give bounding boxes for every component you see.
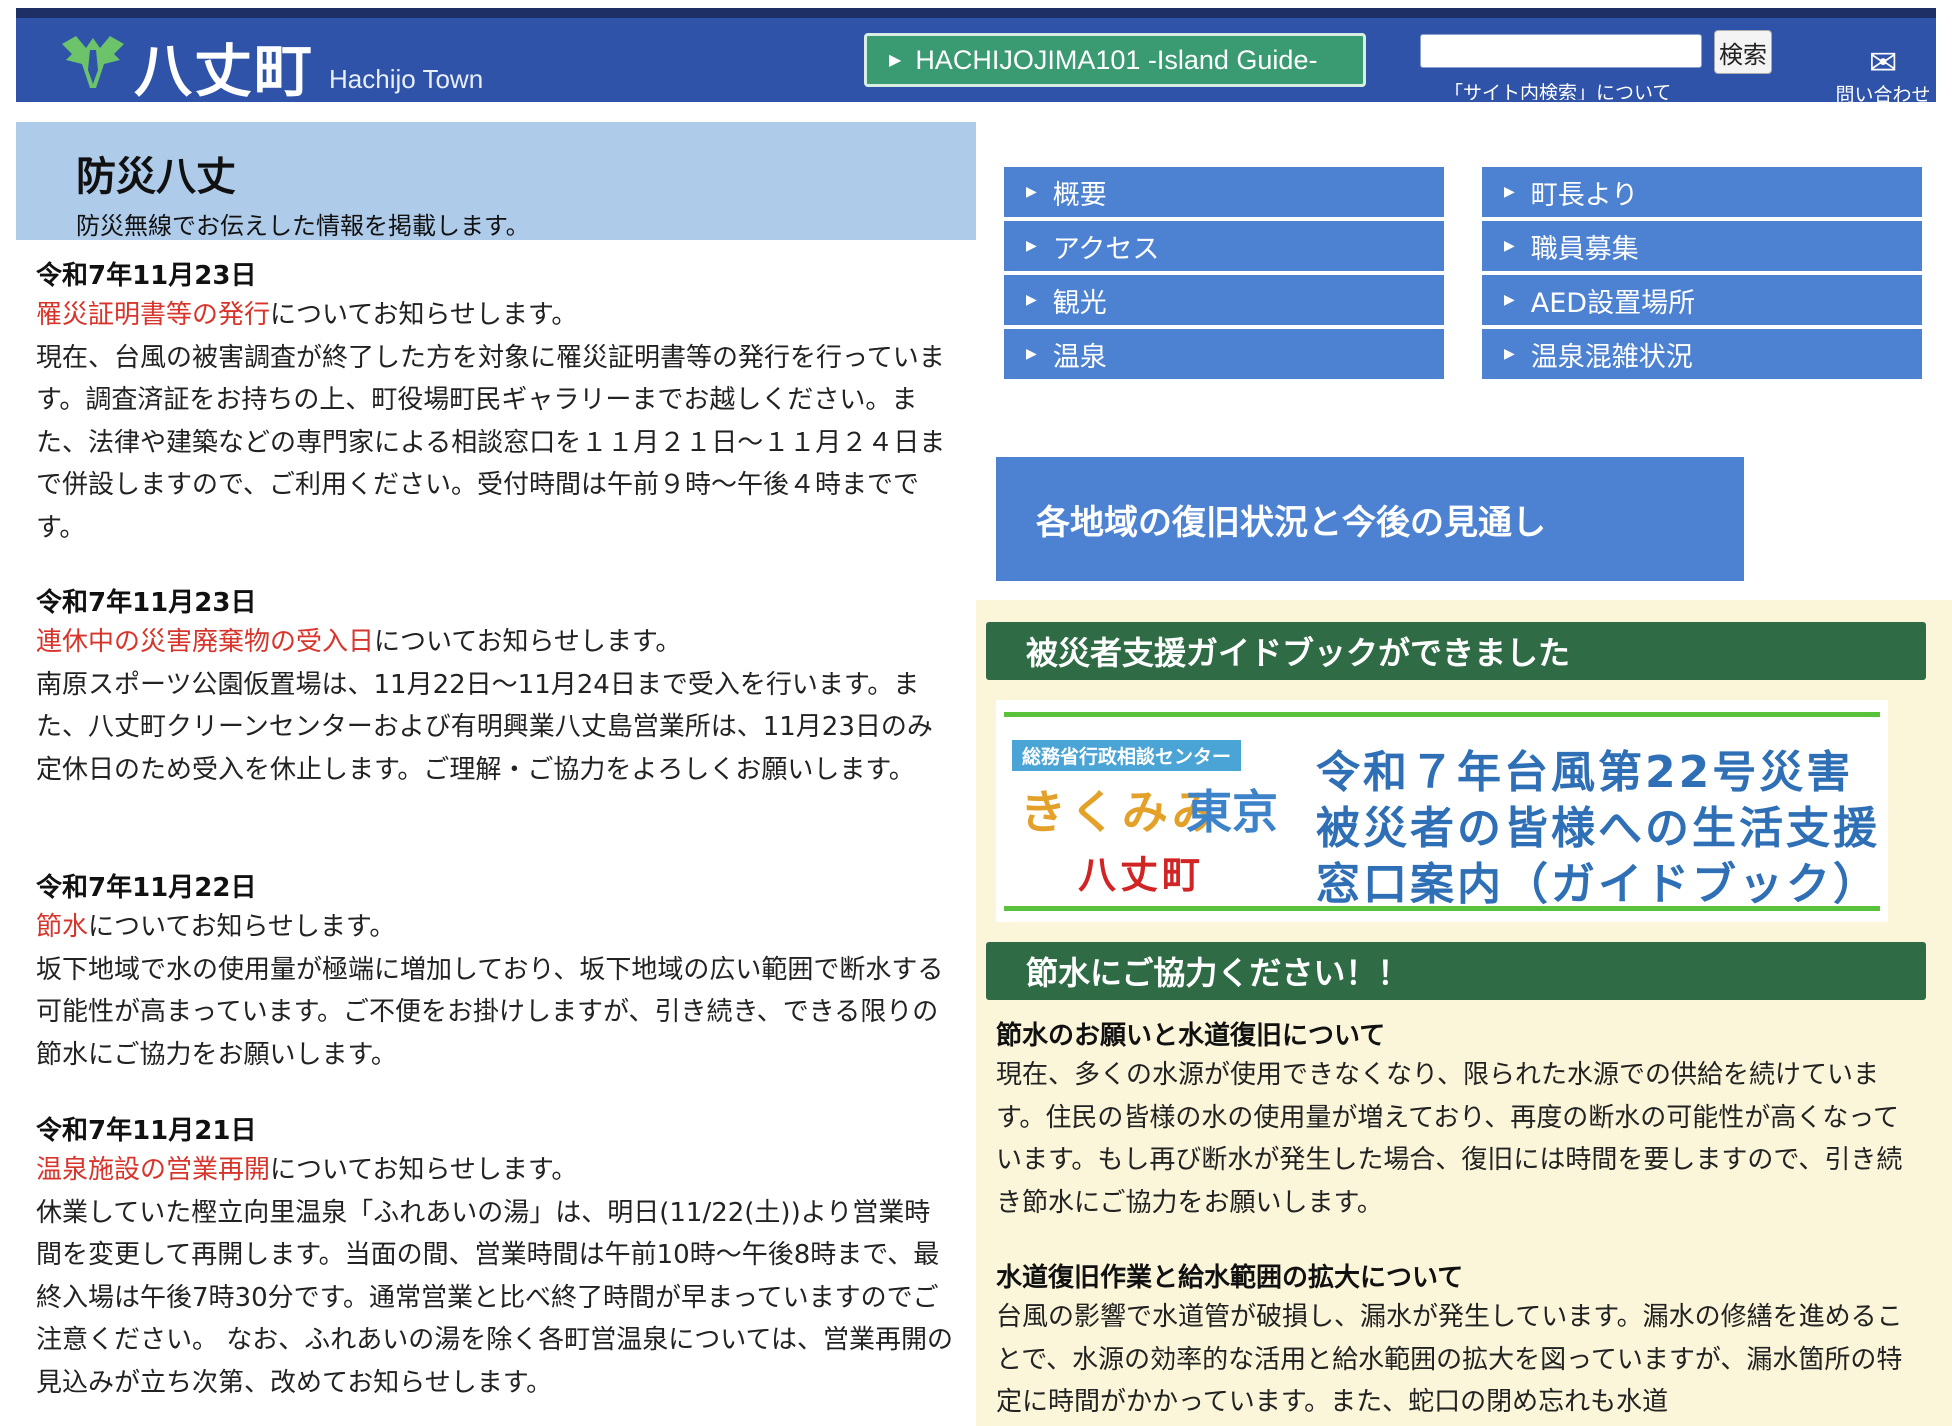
triangle-right-icon: ▶ xyxy=(1026,292,1037,308)
search-about-link[interactable]: 「サイト内検索」について xyxy=(1444,78,1671,100)
news-link-suffix: についてお知らせします。 xyxy=(270,300,578,330)
triangle-right-icon: ▶ xyxy=(1026,184,1037,200)
town-emblem-icon[interactable] xyxy=(56,30,130,92)
banner-line-3: 窓口案内（ガイドブック） xyxy=(1316,859,1880,910)
search-button[interactable]: 検索 xyxy=(1714,30,1772,74)
water-notice-body: 台風の影響で水道管が破損し、漏水が発生しています。漏水の修繕を進めることで、水源… xyxy=(996,1302,1903,1417)
contact-link[interactable]: ✉ 問い合わせ xyxy=(1828,46,1938,107)
banner-line-2: 被災者の皆様への生活支援 xyxy=(1316,803,1880,854)
nav-overview[interactable]: ▶ 概要 xyxy=(1004,167,1444,217)
page-title: 防災八丈 xyxy=(76,154,236,200)
nav-access[interactable]: ▶ アクセス xyxy=(1004,221,1444,271)
news-body: 現在、台風の被害調査が終了した方を対象に罹災証明書等の発行を行っています。調査済… xyxy=(36,342,946,543)
news-body: 南原スポーツ公園仮置場は、11月22日～11月24日まで受入を行います。また、八… xyxy=(36,669,933,785)
nav-label: 町長より xyxy=(1530,179,1639,211)
news-body: 坂下地域で水の使用量が極端に増加しており、坂下地域の広い範囲で断水する可能性が高… xyxy=(36,954,944,1070)
nav-hot-spring-crowding[interactable]: ▶ 温泉混雑状況 xyxy=(1482,329,1922,379)
banner-top-line xyxy=(1004,712,1880,717)
news-headline: 連休中の災害廃棄物の受入日についてお知らせします。 xyxy=(36,621,956,664)
news-item: 令和7年11月23日 罹災証明書等の発行についてお知らせします。 現在、台風の被… xyxy=(36,258,956,549)
guidebook-heading: 被災者支援ガイドブックができました xyxy=(986,622,1926,680)
water-saving-heading: 節水にご協力ください！！ xyxy=(986,942,1926,1000)
page-title-box: 防災八丈 防災無線でお伝えした情報を掲載します。 xyxy=(16,122,976,240)
island-guide-label: HACHIJOJIMA101 -Island Guide- xyxy=(915,44,1318,75)
news-date: 令和7年11月23日 xyxy=(36,261,257,291)
nav-recruitment[interactable]: ▶ 職員募集 xyxy=(1482,221,1922,271)
nav-label: 温泉 xyxy=(1052,341,1107,373)
banner-tokyo-text: 東京 xyxy=(1186,785,1278,839)
site-search-input[interactable] xyxy=(1420,34,1702,68)
island-guide-button[interactable]: ▶ HACHIJOJIMA101 -Island Guide- xyxy=(864,33,1366,87)
nav-label: 観光 xyxy=(1052,287,1107,319)
news-link-suffix: についてお知らせします。 xyxy=(88,912,396,942)
water-notice-title: 節水のお願いと水道復旧について xyxy=(996,1021,1386,1051)
news-date: 令和7年11月21日 xyxy=(36,1116,257,1146)
news-headline: 罹災証明書等の発行についてお知らせします。 xyxy=(36,294,956,337)
water-notice-body: 現在、多くの水源が使用できなくなり、限られた水源での供給を続けています。住民の皆… xyxy=(996,1060,1903,1218)
nav-label: アクセス xyxy=(1052,233,1160,265)
news-link[interactable]: 罹災証明書等の発行 xyxy=(36,300,270,330)
header-top-border xyxy=(16,8,1936,18)
nav-label: 温泉混雑状況 xyxy=(1530,341,1693,373)
water-notice: 節水のお願いと水道復旧について 現在、多くの水源が使用できなくなり、限られた水源… xyxy=(996,1018,1916,1224)
banner-bottom-line xyxy=(1004,906,1880,911)
news-headline: 温泉施設の営業再開についてお知らせします。 xyxy=(36,1149,956,1192)
nav-sightseeing[interactable]: ▶ 観光 xyxy=(1004,275,1444,325)
nav-label: 概要 xyxy=(1052,179,1107,211)
news-link[interactable]: 温泉施設の営業再開 xyxy=(36,1155,270,1185)
news-date: 令和7年11月23日 xyxy=(36,588,257,618)
news-date: 令和7年11月22日 xyxy=(36,873,257,903)
news-item: 令和7年11月21日 温泉施設の営業再開についてお知らせします。 休業していた樫… xyxy=(36,1113,956,1404)
triangle-right-icon: ▶ xyxy=(1026,346,1037,362)
site-header: 八丈町 Hachijo Town ▶ HACHIJOJIMA101 -Islan… xyxy=(16,18,1936,106)
nav-label: AED設置場所 xyxy=(1530,287,1696,319)
nav-aed-locations[interactable]: ▶ AED設置場所 xyxy=(1482,275,1922,325)
nav-hot-springs[interactable]: ▶ 温泉 xyxy=(1004,329,1444,379)
news-body: 休業していた樫立向里温泉「ふれあいの湯」は、明日(11/22(土))より営業時間… xyxy=(36,1197,953,1398)
triangle-right-icon: ▶ xyxy=(1504,292,1515,308)
nav-label: 職員募集 xyxy=(1530,233,1639,265)
water-notice-title: 水道復旧作業と給水範囲の拡大について xyxy=(996,1263,1464,1293)
nav-mayor[interactable]: ▶ 町長より xyxy=(1482,167,1922,217)
news-item: 令和7年11月22日 節水についてお知らせします。 坂下地域で水の使用量が極端に… xyxy=(36,870,956,1076)
banner-line-1: 令和７年台風第22号災害 xyxy=(1316,747,1854,798)
recovery-status-button[interactable]: 各地域の復旧状況と今後の見通し xyxy=(996,457,1744,581)
triangle-right-icon: ▶ xyxy=(1504,238,1515,254)
news-headline: 節水についてお知らせします。 xyxy=(36,906,956,949)
triangle-right-icon: ▶ xyxy=(1026,238,1037,254)
news-link[interactable]: 節水 xyxy=(36,912,88,942)
site-logo-text[interactable]: 八丈町 xyxy=(134,24,314,108)
news-link-suffix: についてお知らせします。 xyxy=(374,627,682,657)
triangle-right-icon: ▶ xyxy=(889,52,902,69)
water-notice: 水道復旧作業と給水範囲の拡大について 台風の影響で水道管が破損し、漏水が発生して… xyxy=(996,1260,1916,1424)
contact-label: 問い合わせ xyxy=(1835,84,1931,106)
news-link-suffix: についてお知らせします。 xyxy=(270,1155,578,1185)
site-logo-subtitle[interactable]: Hachijo Town xyxy=(329,64,483,95)
banner-agency-label: 総務省行政相談センター xyxy=(1012,740,1242,771)
envelope-icon: ✉ xyxy=(1868,43,1898,83)
guidebook-banner[interactable]: 総務省行政相談センター きくみみ 東京 八丈町 令和７年台風第22号災害 被災者… xyxy=(996,700,1888,922)
triangle-right-icon: ▶ xyxy=(1504,346,1515,362)
banner-town-text: 八丈町 xyxy=(1078,853,1205,897)
triangle-right-icon: ▶ xyxy=(1504,184,1515,200)
page-subtitle: 防災無線でお伝えした情報を掲載します。 xyxy=(76,212,530,240)
news-item: 令和7年11月23日 連休中の災害廃棄物の受入日についてお知らせします。 南原ス… xyxy=(36,585,956,791)
news-link[interactable]: 連休中の災害廃棄物の受入日 xyxy=(36,627,374,657)
